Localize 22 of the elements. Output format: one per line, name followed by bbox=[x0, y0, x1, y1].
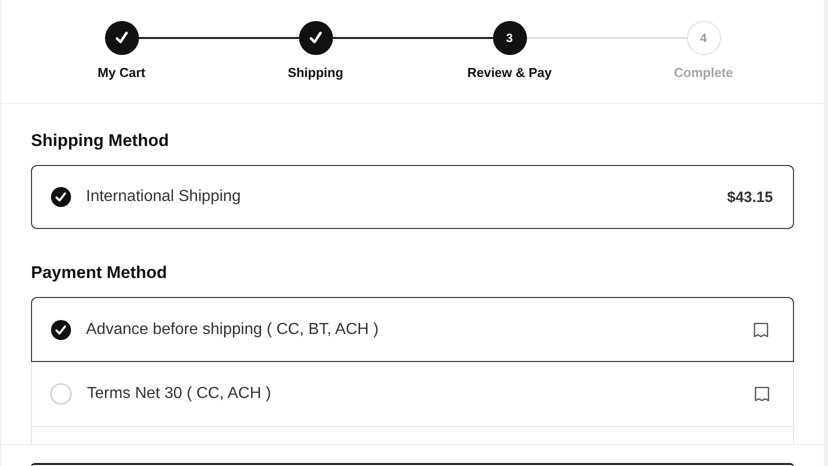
section-heading: Shipping Method bbox=[31, 131, 170, 151]
price: $43.15 bbox=[727, 188, 773, 206]
payment-option[interactable]: Advance before shipping ( CC, BT, ACH ) bbox=[31, 297, 794, 362]
check-icon bbox=[104, 21, 138, 55]
section-heading: Payment Method bbox=[31, 263, 168, 283]
bookmark-icon[interactable] bbox=[752, 320, 770, 338]
step-number: 4 bbox=[686, 21, 720, 55]
step-label: Shipping bbox=[288, 65, 344, 80]
shipping-option[interactable]: International Shipping $43.15 bbox=[31, 165, 794, 229]
step-number: 3 bbox=[492, 21, 526, 55]
bookmark-icon[interactable] bbox=[753, 385, 771, 403]
option-label: International Shipping bbox=[86, 188, 242, 206]
check-icon bbox=[298, 21, 332, 55]
step-label: My Cart bbox=[98, 65, 146, 80]
step-label: Complete bbox=[674, 65, 734, 80]
step-label: Review & Pay bbox=[467, 65, 552, 80]
payment-option[interactable]: Terms Net 30 ( CC, ACH ) bbox=[32, 362, 793, 427]
option-label: Terms Net 30 ( CC, ACH ) bbox=[87, 385, 272, 403]
option-label: Advance before shipping ( CC, BT, ACH ) bbox=[86, 320, 380, 338]
radio-icon[interactable] bbox=[50, 383, 72, 405]
checked-radio-icon[interactable] bbox=[51, 187, 71, 207]
checked-radio-icon[interactable] bbox=[51, 320, 71, 340]
